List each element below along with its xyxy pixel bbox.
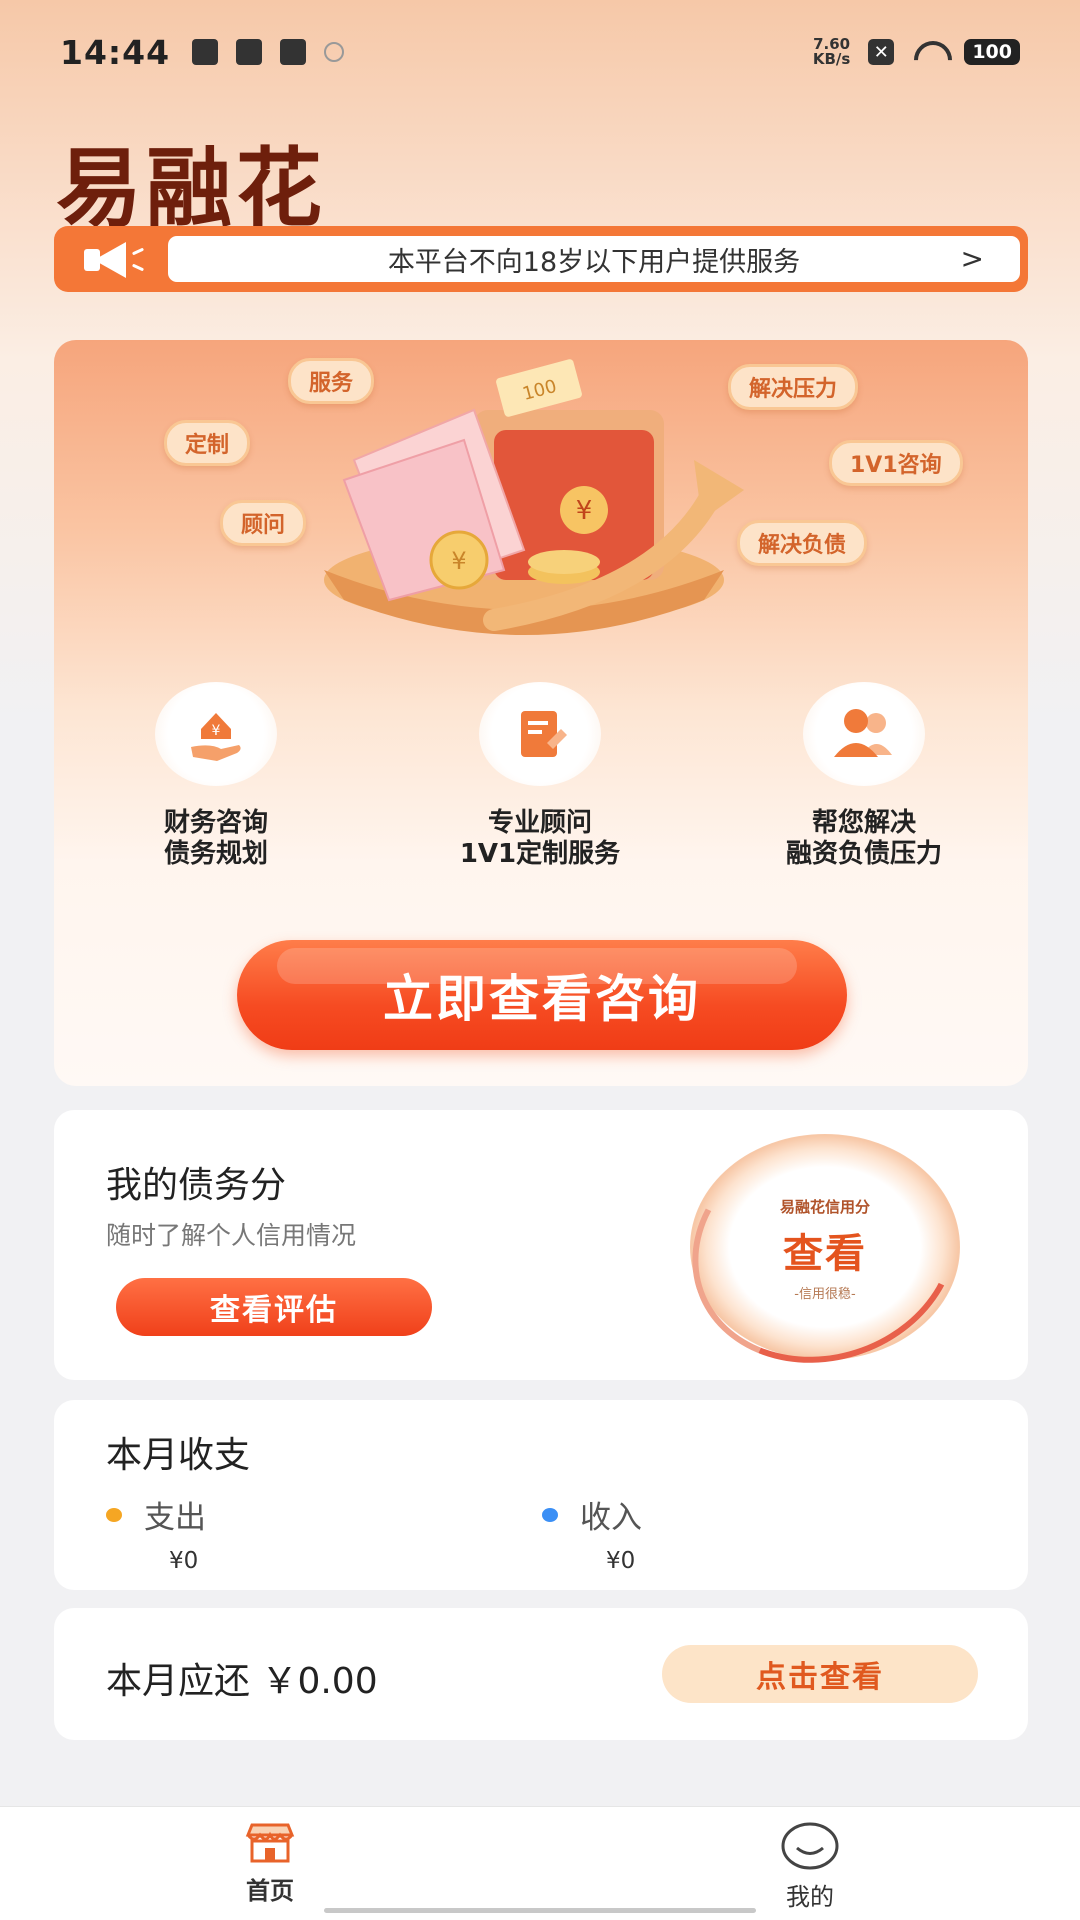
bubble-advisor: 顾问 bbox=[220, 500, 307, 546]
tab-mine[interactable]: 我的 bbox=[540, 1807, 1080, 1920]
bubble-relieve-pressure: 解决压力 bbox=[728, 364, 859, 410]
feature-line1: 帮您解决 bbox=[811, 808, 916, 838]
tab-home[interactable]: 首页 bbox=[0, 1807, 540, 1920]
feature-list: ¥ 财务咨询 债务规划 专业顾问 1V1定制服务 帮您解决 融资负债压力 bbox=[54, 682, 1028, 870]
view-repay-button[interactable]: 点击查看 bbox=[662, 1645, 978, 1703]
notice-text: 本平台不向18岁以下用户提供服务 bbox=[387, 246, 801, 278]
feature-line2: 债务规划 bbox=[163, 839, 268, 869]
expense-legend: 支出 bbox=[106, 1492, 206, 1537]
network-speed: 7.60 KB/s bbox=[813, 37, 850, 67]
credit-score-gauge[interactable]: 易融花信用分 查看 -信用很稳- bbox=[659, 1094, 991, 1400]
inbox-icon bbox=[280, 39, 307, 65]
wifi-icon bbox=[912, 39, 946, 65]
megaphone-icon bbox=[84, 236, 148, 282]
hero-card: ¥ ¥ 100 服务 定制 顾问 解决压力 1V1咨询 解决负债 ¥ 财务咨询 … bbox=[54, 340, 1028, 1086]
tab-mine-label: 我的 bbox=[786, 1883, 834, 1911]
gauge-label: 易融花信用分 bbox=[779, 1198, 870, 1216]
view-assessment-button[interactable]: 查看评估 bbox=[116, 1278, 432, 1336]
debt-score-subtitle: 随时了解个人信用情况 bbox=[106, 1221, 357, 1250]
chevron-right-icon: > bbox=[960, 242, 984, 275]
feature-line1: 专业顾问 bbox=[487, 808, 592, 838]
feature-line2: 1V1定制服务 bbox=[459, 839, 621, 869]
svg-text:¥: ¥ bbox=[576, 496, 593, 526]
net-speed-unit: KB/s bbox=[812, 50, 851, 68]
income-amount: ¥0 bbox=[606, 1548, 636, 1574]
app-title: 易融花 bbox=[56, 138, 326, 239]
storefront-icon bbox=[245, 1823, 295, 1863]
feature-line1: 财务咨询 bbox=[163, 808, 268, 838]
svg-text:¥: ¥ bbox=[451, 547, 466, 575]
feature-item: ¥ 财务咨询 债务规划 bbox=[54, 682, 378, 870]
mail-icon bbox=[236, 39, 263, 65]
monthly-balance-card: 本月收支 支出 ¥0 收入 ¥0 bbox=[54, 1400, 1028, 1590]
bubble-1v1-consult: 1V1咨询 bbox=[829, 440, 963, 486]
consult-now-label: 立即查看咨询 bbox=[383, 970, 701, 1028]
house-hand-icon: ¥ bbox=[155, 682, 277, 786]
status-bar: 14:44 7.60 KB/s ✕ 100 bbox=[0, 0, 1080, 104]
monthly-repay-card: 本月应还 ￥0.00 点击查看 bbox=[54, 1608, 1028, 1740]
feature-item: 专业顾问 1V1定制服务 bbox=[378, 682, 702, 870]
home-indicator[interactable] bbox=[324, 1908, 756, 1913]
expense-label: 支出 bbox=[144, 1500, 206, 1536]
monthly-title: 本月收支 bbox=[106, 1435, 251, 1476]
hero-illustration: ¥ ¥ 100 bbox=[324, 359, 744, 635]
clipboard-icon bbox=[192, 39, 219, 65]
bubble-service: 服务 bbox=[288, 358, 375, 404]
info-circle-icon bbox=[324, 42, 345, 62]
notice-text-box[interactable]: 本平台不向18岁以下用户提供服务 > bbox=[168, 236, 1020, 282]
smiley-icon bbox=[781, 1822, 839, 1870]
debt-score-title: 我的债务分 bbox=[106, 1165, 287, 1206]
bubble-resolve-debt: 解决负债 bbox=[737, 520, 868, 566]
feature-item: 帮您解决 融资负债压力 bbox=[702, 682, 1026, 870]
income-label: 收入 bbox=[580, 1500, 642, 1536]
income-dot-icon bbox=[542, 1507, 558, 1522]
gauge-note: -信用很稳- bbox=[794, 1287, 856, 1302]
notification-icons bbox=[192, 39, 345, 65]
sim-off-icon: ✕ bbox=[868, 39, 895, 65]
consult-now-button[interactable]: 立即查看咨询 bbox=[237, 940, 847, 1050]
bottom-tab-bar: 首页 我的 bbox=[0, 1806, 1080, 1920]
monthly-repay-text: 本月应还 ￥0.00 bbox=[106, 1661, 378, 1702]
battery-icon: 100 bbox=[964, 39, 1020, 65]
bubble-custom: 定制 bbox=[164, 420, 251, 466]
income-legend: 收入 bbox=[542, 1492, 642, 1537]
status-time: 14:44 bbox=[60, 32, 171, 72]
svg-text:¥: ¥ bbox=[212, 723, 221, 739]
document-pen-icon bbox=[479, 682, 601, 786]
notice-bar[interactable]: 本平台不向18岁以下用户提供服务 > bbox=[54, 226, 1028, 292]
tab-home-label: 首页 bbox=[246, 1877, 294, 1905]
expense-dot-icon bbox=[106, 1507, 122, 1522]
gauge-value: 查看 bbox=[783, 1231, 867, 1277]
debt-score-card: 我的债务分 随时了解个人信用情况 查看评估 易融花信用分 查看 -信用很稳- bbox=[54, 1094, 1028, 1400]
expense-amount: ¥0 bbox=[169, 1548, 199, 1574]
feature-line2: 融资负债压力 bbox=[785, 839, 942, 869]
people-icon bbox=[803, 682, 925, 786]
